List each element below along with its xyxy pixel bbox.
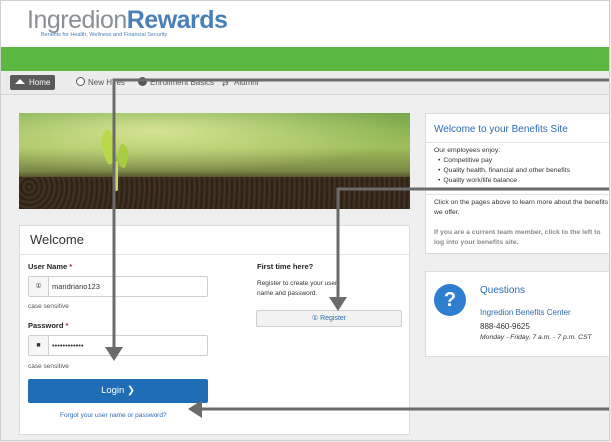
logo[interactable]: IngredionRewards Benefits for Health, We… bbox=[27, 6, 228, 38]
lock-icon: ■ bbox=[29, 336, 49, 355]
password-input[interactable] bbox=[52, 339, 202, 352]
login-button[interactable]: Login ❯ bbox=[28, 379, 208, 403]
benefits-intro: Our employees enjoy: bbox=[434, 147, 501, 154]
hero-image bbox=[19, 113, 410, 209]
questions-title: Questions bbox=[480, 285, 526, 296]
nav-new-hires-label: New Hires bbox=[88, 78, 125, 87]
password-field[interactable]: ■ bbox=[28, 335, 208, 356]
benefits-card: Welcome to your Benefits Site Our employ… bbox=[425, 113, 609, 254]
list-item: Quality work/life balance bbox=[438, 176, 570, 186]
list-item: Competitive pay bbox=[438, 156, 570, 166]
first-time-text: Register to create your user name and pa… bbox=[257, 280, 338, 297]
share-icon: ⇄ bbox=[222, 79, 229, 88]
benefits-list: Competitive pay Quality health, financia… bbox=[438, 156, 570, 186]
username-hint: case sensitive bbox=[28, 303, 69, 310]
top-nav: Home New Hires Enrollment Basics ⇄ Alumni bbox=[1, 71, 609, 95]
chevron-right-icon: ❯ bbox=[126, 385, 135, 396]
questions-card: ? Questions Ingredion Benefits Center 88… bbox=[425, 271, 609, 357]
register-button[interactable]: ① Register bbox=[256, 310, 402, 327]
nav-home-label: Home bbox=[29, 78, 51, 87]
page-frame: IngredionRewards Benefits for Health, We… bbox=[0, 0, 610, 441]
nav-enrollment-basics-label: Enrollment Basics bbox=[150, 78, 215, 87]
user-icon: ① bbox=[29, 277, 49, 296]
gear-icon bbox=[138, 77, 147, 86]
nav-new-hires[interactable]: New Hires bbox=[71, 75, 130, 90]
username-label: User Name * bbox=[28, 262, 73, 271]
nav-home[interactable]: Home bbox=[10, 75, 56, 90]
user-icon bbox=[76, 77, 85, 86]
nav-alumni-label: Alumni bbox=[234, 78, 259, 87]
first-time-title: First time here? bbox=[257, 262, 314, 271]
nav-alumni[interactable]: ⇄ Alumni bbox=[217, 75, 263, 90]
list-item: Quality health, financial and other bene… bbox=[438, 166, 570, 176]
login-card: Welcome User Name * ① case sensitive Pas… bbox=[19, 225, 410, 435]
home-icon bbox=[15, 79, 25, 84]
benefits-member-text: If you are a current team member, click … bbox=[434, 229, 601, 246]
phone-number: 888-460-9625 bbox=[480, 322, 530, 331]
header: IngredionRewards Benefits for Health, We… bbox=[1, 1, 609, 47]
login-title: Welcome bbox=[30, 232, 84, 247]
password-label: Password * bbox=[28, 321, 69, 330]
benefits-click-text: Click on the pages above to learn more a… bbox=[434, 199, 609, 216]
username-field[interactable]: ① bbox=[28, 276, 208, 297]
username-input[interactable] bbox=[52, 280, 202, 293]
green-banner bbox=[1, 47, 609, 71]
password-hint: case sensitive bbox=[28, 363, 69, 370]
hours-text: Monday - Friday, 7 a.m. - 7 p.m. CST bbox=[480, 334, 592, 341]
logo-text-part2: Rewards bbox=[126, 6, 228, 34]
user-icon: ① bbox=[311, 315, 319, 322]
nav-enrollment-basics[interactable]: Enrollment Basics bbox=[133, 75, 219, 90]
benefits-center-link[interactable]: Ingredion Benefits Center bbox=[480, 308, 571, 317]
logo-text-part1: Ingredion bbox=[27, 6, 127, 34]
question-icon: ? bbox=[434, 284, 466, 316]
forgot-password-link[interactable]: Forgot your user name or password? bbox=[60, 412, 167, 419]
benefits-title: Welcome to your Benefits Site bbox=[434, 124, 568, 135]
